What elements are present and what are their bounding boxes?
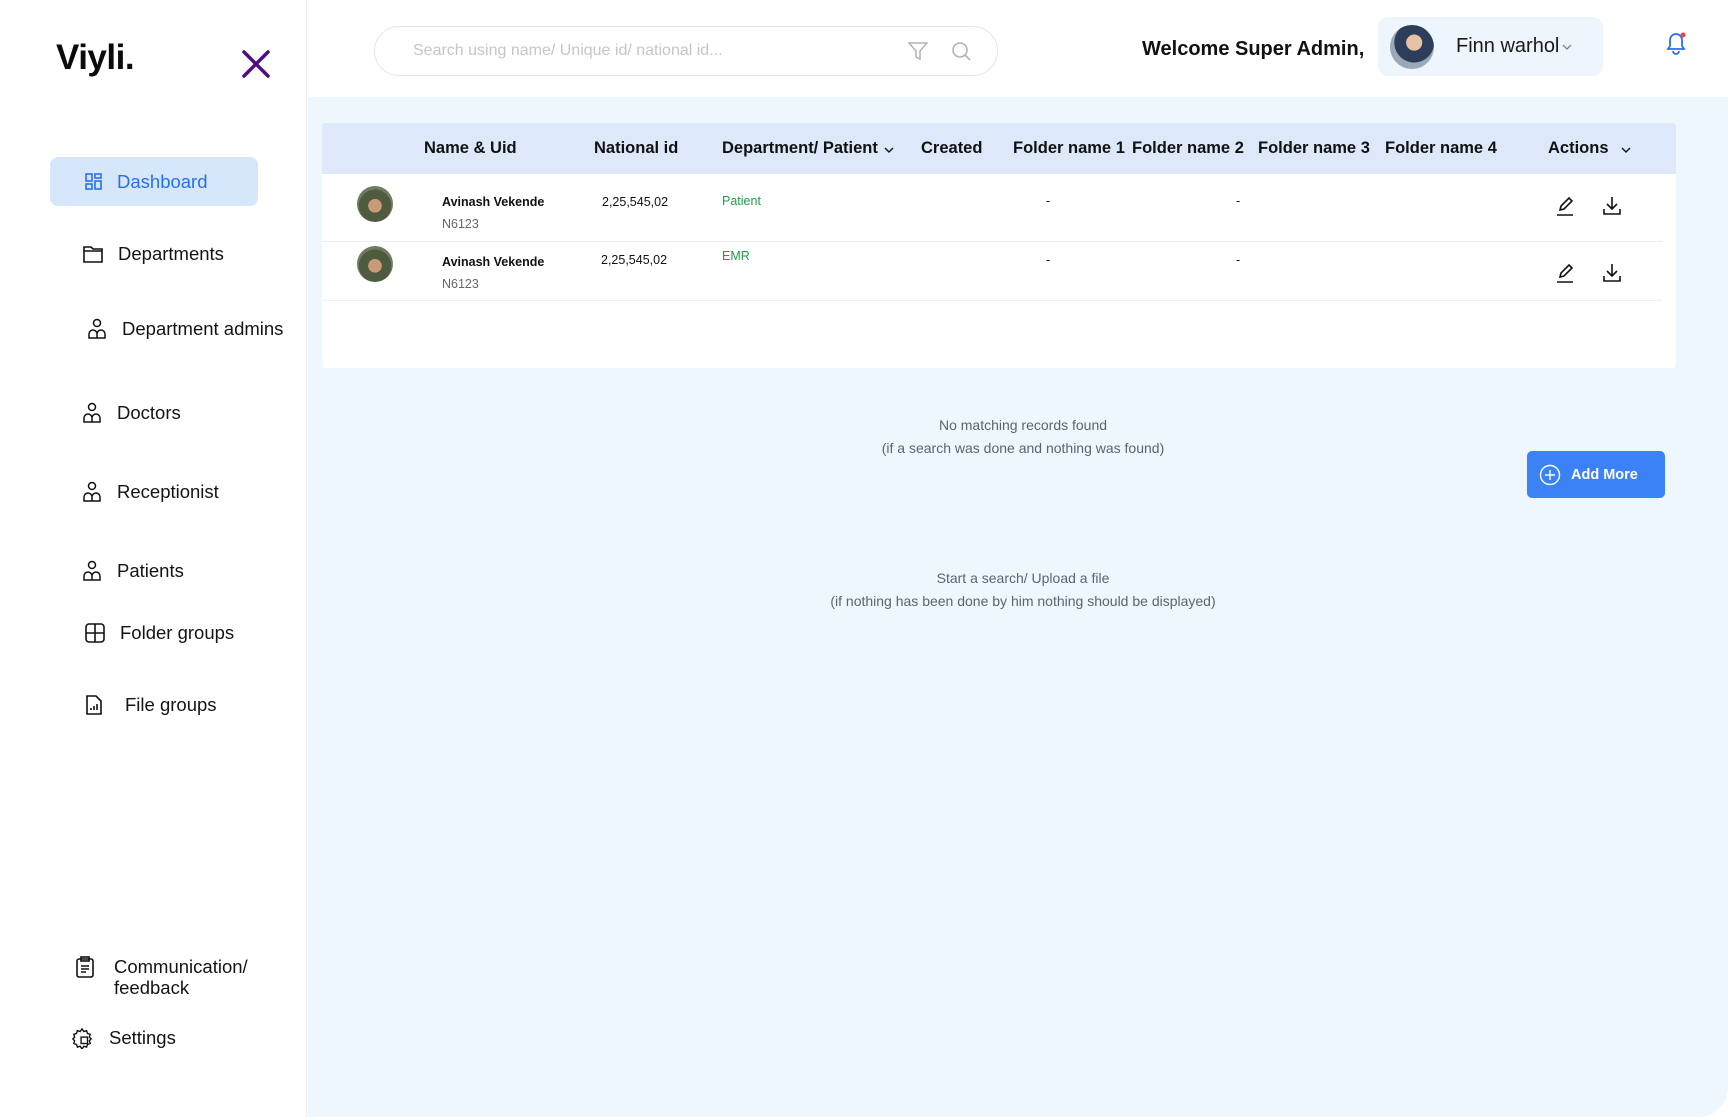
- patient-name: Avinash Vekende: [442, 195, 545, 209]
- no-match-message: No matching records found (if a search w…: [628, 414, 1418, 460]
- department: Patient: [722, 194, 761, 208]
- sidebar-item-label: Patients: [117, 560, 184, 581]
- search-input[interactable]: [413, 42, 893, 60]
- sidebar-item-doctors[interactable]: Doctors: [81, 402, 181, 424]
- logo: Viyli.: [56, 38, 135, 77]
- folder-1: -: [1046, 194, 1051, 208]
- users-icon: [83, 402, 101, 423]
- sidebar-item-department-admins[interactable]: Department admins: [86, 318, 283, 340]
- sidebar-item-label: Dashboard: [117, 170, 208, 192]
- national-id: 2,25,545,02: [602, 195, 669, 209]
- records-table: Name & Uid National id Department/ Patie…: [322, 123, 1676, 368]
- start-hint: (if nothing has been done by him nothing…: [830, 593, 1216, 609]
- column-header[interactable]: Folder name 3: [1258, 139, 1370, 158]
- sidebar-item-label: Folder groups: [120, 622, 235, 643]
- avatar: [1390, 24, 1434, 69]
- sidebar-item-label: feedback: [114, 977, 190, 998]
- department: EMR: [722, 249, 750, 263]
- folder-icon: [83, 246, 103, 263]
- sidebar-item-label: Settings: [109, 1027, 176, 1048]
- users-icon: [88, 318, 106, 339]
- bell-icon[interactable]: [1664, 30, 1688, 56]
- chevron-down-icon[interactable]: [883, 144, 895, 156]
- close-icon[interactable]: [240, 48, 272, 80]
- user-menu[interactable]: Finn warhol: [1378, 17, 1603, 76]
- sidebar: Viyli. Dashboard Departments Department …: [0, 0, 307, 1117]
- sidebar-item-receptionist[interactable]: Receptionist: [81, 481, 219, 503]
- start-text: Start a search/ Upload a file: [936, 570, 1110, 586]
- sidebar-item-label: Communication/: [114, 956, 248, 977]
- column-header[interactable]: Department/ Patient: [722, 139, 878, 158]
- table-header: Name & Uid National id Department/ Patie…: [322, 123, 1676, 174]
- sidebar-item-file-groups[interactable]: File groups: [83, 694, 217, 716]
- column-header[interactable]: National id: [594, 139, 678, 158]
- user-name: Finn warhol: [1456, 35, 1560, 57]
- users-icon: [83, 560, 101, 581]
- chevron-down-icon: [1562, 44, 1572, 50]
- search-icon[interactable]: [950, 40, 972, 62]
- users-icon: [83, 481, 101, 502]
- patient-name: Avinash Vekende: [442, 255, 545, 269]
- dashboard-icon: [85, 172, 102, 190]
- add-more-label: Add More: [1571, 466, 1638, 483]
- table-row[interactable]: Avinash Vekende N6123 2,25,545,02 EMR - …: [322, 242, 1662, 301]
- plus-circle-icon: [1539, 464, 1561, 485]
- file-chart-icon: [86, 695, 102, 715]
- gear-icon: [71, 1027, 93, 1049]
- start-message: Start a search/ Upload a file (if nothin…: [628, 567, 1418, 613]
- sidebar-item-label: Receptionist: [117, 481, 219, 502]
- column-header[interactable]: Folder name 4: [1385, 139, 1497, 158]
- sidebar-item-label: Department admins: [122, 318, 284, 339]
- sidebar-item-communication[interactable]: Communication/ feedback: [74, 956, 248, 998]
- avatar: [357, 246, 393, 282]
- table-row[interactable]: Avinash Vekende N6123 2,25,545,02 Patien…: [322, 174, 1662, 242]
- column-header[interactable]: Name & Uid: [424, 139, 517, 158]
- patient-uid: N6123: [442, 277, 479, 291]
- sidebar-item-settings[interactable]: Settings: [71, 1027, 176, 1049]
- avatar: [357, 186, 393, 222]
- column-header[interactable]: Actions: [1548, 139, 1609, 158]
- welcome-text: Welcome Super Admin,: [1142, 38, 1365, 60]
- column-header[interactable]: Folder name 1: [1013, 139, 1125, 158]
- clipboard-icon: [76, 956, 94, 978]
- folder-2: -: [1236, 253, 1241, 267]
- sidebar-item-label: Departments: [118, 243, 224, 264]
- folder-1: -: [1046, 253, 1051, 267]
- sidebar-item-patients[interactable]: Patients: [81, 560, 184, 582]
- edit-icon[interactable]: [1554, 262, 1576, 284]
- sidebar-item-departments[interactable]: Departments: [82, 243, 224, 265]
- folder-2: -: [1236, 194, 1241, 208]
- no-match-text: No matching records found: [938, 417, 1108, 433]
- filter-icon[interactable]: [907, 40, 929, 62]
- national-id: 2,25,545,02: [601, 253, 668, 267]
- search-bar[interactable]: [374, 26, 998, 76]
- sidebar-item-dashboard[interactable]: Dashboard: [50, 157, 258, 206]
- chevron-down-icon[interactable]: [1620, 144, 1632, 156]
- column-header[interactable]: Created: [921, 139, 982, 158]
- download-icon[interactable]: [1601, 195, 1623, 217]
- patient-uid: N6123: [442, 217, 479, 231]
- grid-icon: [85, 623, 105, 643]
- sidebar-item-label: File groups: [125, 694, 217, 715]
- sidebar-item-label: Doctors: [117, 402, 181, 423]
- download-icon[interactable]: [1601, 262, 1623, 284]
- sidebar-item-folder-groups[interactable]: Folder groups: [84, 622, 234, 644]
- no-match-hint: (if a search was done and nothing was fo…: [881, 440, 1165, 456]
- add-more-button[interactable]: Add More: [1527, 451, 1665, 498]
- edit-icon[interactable]: [1554, 195, 1576, 217]
- column-header[interactable]: Folder name 2: [1132, 139, 1244, 158]
